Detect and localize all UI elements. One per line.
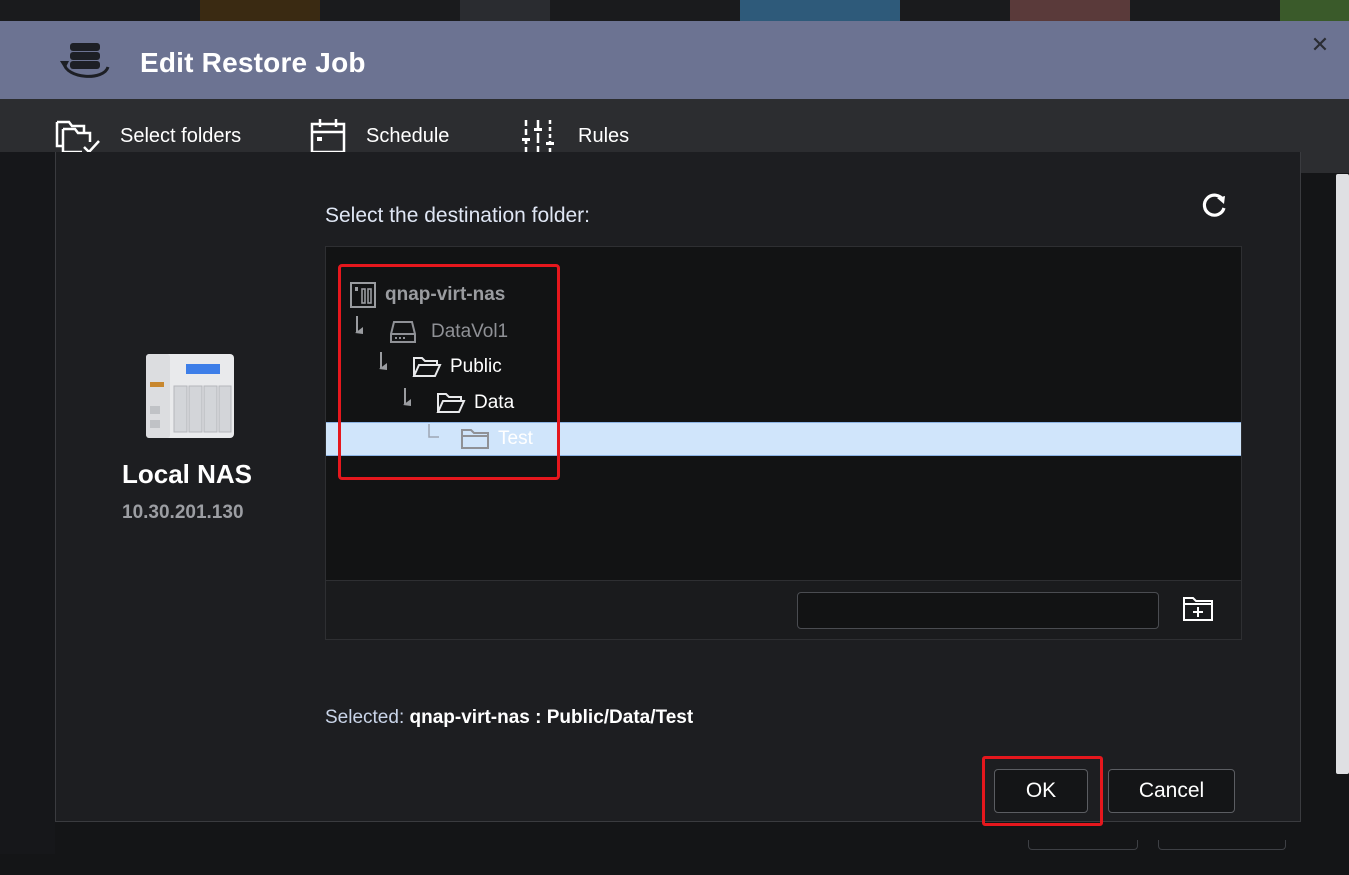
background-tile	[1280, 0, 1349, 22]
nas-device-icon	[146, 354, 234, 438]
tree-node-datavol1[interactable]: DataVol1	[389, 318, 508, 346]
tree-node-label: Public	[450, 356, 502, 377]
dialog-titlebar: Edit Restore Job ✕	[0, 21, 1349, 99]
destination-prompt: Select the destination folder:	[325, 204, 591, 227]
selected-label: Selected:	[325, 707, 405, 728]
tree-node-data[interactable]: Data	[436, 390, 514, 416]
tab-label: Rules	[578, 124, 630, 147]
tab-label: Select folders	[120, 124, 242, 147]
sliders-icon	[522, 120, 554, 152]
selected-path: Selected: qnap-virt-nas : Public/Data/Te…	[325, 707, 693, 729]
tree-node-nas[interactable]: qnap-virt-nas	[349, 281, 505, 309]
new-folder-icon[interactable]	[1181, 594, 1215, 624]
tree-node-label: qnap-virt-nas	[385, 284, 506, 305]
folder-open-icon	[412, 357, 442, 377]
refresh-icon[interactable]	[1198, 190, 1230, 222]
background-tile	[200, 0, 320, 22]
dialog-title: Edit Restore Job	[140, 47, 366, 78]
selected-path-value: qnap-virt-nas : Public/Data/Test	[409, 707, 694, 728]
folder-icon	[461, 429, 489, 449]
tree-connector	[428, 424, 439, 438]
nas-server-icon	[350, 282, 376, 308]
source-nas-ip: 10.30.201.130	[122, 502, 244, 523]
disk-volume-icon	[390, 321, 416, 343]
page-scrollbar[interactable]	[1336, 174, 1349, 774]
close-icon[interactable]: ✕	[1308, 33, 1332, 57]
source-nas-name: Local NAS	[122, 459, 253, 489]
tab-label: Schedule	[366, 124, 450, 147]
background-desktop-strip	[0, 0, 1349, 22]
background-tile	[740, 0, 900, 22]
tree-expander-icon[interactable]	[376, 350, 390, 372]
background-tile	[1010, 0, 1130, 22]
tree-node-label: Test	[498, 428, 533, 449]
new-folder-name-input[interactable]	[797, 592, 1159, 629]
restore-job-icon	[60, 43, 110, 78]
background-button-shadow	[1028, 840, 1138, 850]
tree-node-public[interactable]: Public	[412, 354, 502, 380]
cancel-button[interactable]: Cancel	[1108, 769, 1235, 813]
tree-node-label: Data	[474, 392, 515, 413]
folder-check-icon	[55, 120, 100, 154]
tree-expander-icon[interactable]	[352, 314, 366, 336]
tree-node-label: DataVol1	[431, 321, 509, 342]
background-button-shadow	[1158, 840, 1286, 850]
tree-node-test[interactable]: Test	[460, 426, 533, 452]
folder-open-icon	[436, 393, 466, 413]
background-tile	[460, 0, 550, 22]
left-background-strip	[0, 152, 55, 854]
ok-button[interactable]: OK	[994, 769, 1088, 813]
tree-expander-icon[interactable]	[400, 386, 414, 408]
calendar-icon	[310, 119, 346, 154]
